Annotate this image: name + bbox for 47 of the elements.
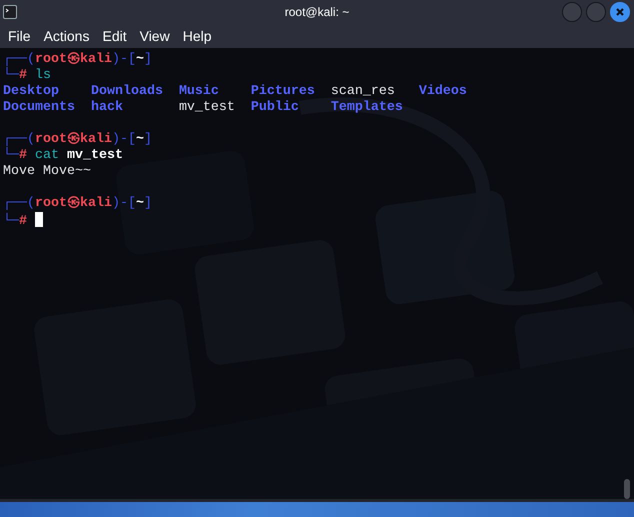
prompt-frame: )-[: [112, 52, 136, 67]
directory-name: Templates: [330, 100, 403, 115]
prompt-frame: )-[: [112, 132, 136, 147]
menu-item[interactable]: View: [134, 26, 177, 46]
prompt-frame: ]: [144, 52, 152, 67]
close-icon: [615, 7, 625, 17]
directory-name: Videos: [418, 84, 467, 99]
window-title: root@kali: ~: [284, 5, 350, 19]
menu-item[interactable]: Edit: [96, 26, 134, 46]
prompt-user-host: root㉿kali: [35, 52, 112, 67]
close-button[interactable]: [610, 2, 630, 22]
prompt-frame: ]: [144, 196, 152, 211]
prompt-frame: └─: [3, 214, 19, 229]
prompt-frame: ┌──(: [3, 52, 35, 67]
prompt-frame: )-[: [112, 196, 136, 211]
output-text: Move Move~~: [3, 164, 91, 179]
command-text: cat: [35, 148, 59, 163]
prompt-frame: ]: [144, 132, 152, 147]
prompt-symbol: #: [19, 68, 27, 83]
prompt-user-host: root㉿kali: [35, 132, 112, 147]
prompt-frame: ┌──(: [3, 132, 35, 147]
prompt-symbol: #: [19, 214, 27, 229]
prompt-directory: ~: [136, 132, 144, 147]
file-name: scan_res: [330, 84, 395, 99]
command-argument: mv_test: [67, 148, 123, 163]
directory-name: Desktop: [3, 84, 59, 99]
minimize-button[interactable]: [562, 2, 582, 22]
prompt-directory: ~: [136, 196, 144, 211]
directory-name: hack: [90, 100, 123, 115]
prompt-frame: └─: [3, 148, 19, 163]
prompt-frame: ┌──(: [3, 196, 35, 211]
prompt-user-host: root㉿kali: [35, 196, 112, 211]
file-name: mv_test: [178, 100, 235, 115]
directory-name: Pictures: [250, 84, 315, 99]
directory-name: Music: [178, 84, 219, 99]
menu-item[interactable]: File: [2, 26, 38, 46]
prompt-symbol: #: [19, 148, 27, 163]
menu-item[interactable]: Actions: [38, 26, 96, 46]
scrollbar-thumb[interactable]: [624, 479, 630, 499]
directory-name: Public: [250, 100, 299, 115]
terminal-icon: [3, 5, 17, 19]
prompt-frame: └─: [3, 68, 19, 83]
directory-name: Downloads: [90, 84, 163, 99]
prompt-directory: ~: [136, 52, 144, 67]
directory-name: Documents: [3, 100, 75, 115]
command-text: ls: [35, 68, 51, 83]
menu-item[interactable]: Help: [176, 26, 218, 46]
